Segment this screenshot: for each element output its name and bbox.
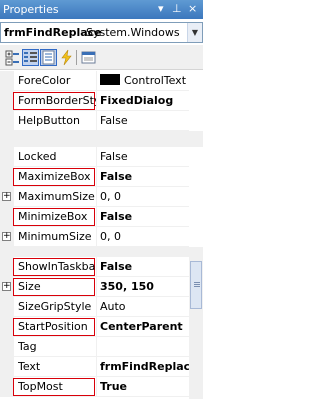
color-swatch xyxy=(100,74,120,85)
property-value[interactable]: frmFindReplace xyxy=(100,360,189,373)
property-value[interactable]: False xyxy=(100,210,189,223)
property-name: SizeGripStyle xyxy=(18,300,92,313)
section-gap xyxy=(0,247,203,257)
property-value[interactable]: 0, 0 xyxy=(100,190,189,203)
events-icon[interactable] xyxy=(58,49,75,66)
toolbar-separator xyxy=(76,50,77,65)
property-name: ShowInTaskbar xyxy=(18,260,96,273)
property-value[interactable]: ControlText xyxy=(100,74,189,87)
property-name: MaximumSize xyxy=(18,190,95,203)
property-name: StartPosition xyxy=(18,320,88,333)
expand-icon[interactable]: + xyxy=(2,282,11,291)
property-name: MaximizeBox xyxy=(18,170,91,183)
property-value[interactable]: CenterParent xyxy=(100,320,189,333)
window-title: Properties xyxy=(3,3,59,16)
alphabetical-icon[interactable] xyxy=(22,49,39,66)
section-gap xyxy=(0,131,203,147)
property-row[interactable]: Text frmFindReplace xyxy=(0,357,189,377)
property-value[interactable]: True xyxy=(100,380,189,393)
property-row[interactable]: Locked False xyxy=(0,147,189,167)
property-name: MinimizeBox xyxy=(18,210,88,223)
property-section-3: ShowInTaskbar False + Size 350, 150 Size… xyxy=(0,257,189,397)
property-row[interactable]: HelpButton False xyxy=(0,111,189,131)
property-value[interactable]: 350, 150 xyxy=(100,280,189,293)
property-row[interactable]: ForeColor ControlText xyxy=(0,71,189,91)
properties-toolbar xyxy=(0,45,203,70)
property-row[interactable]: ShowInTaskbar False xyxy=(0,257,189,277)
pin-icon[interactable]: ⊥ xyxy=(172,3,182,15)
property-name: Text xyxy=(18,360,41,373)
close-icon[interactable]: × xyxy=(188,3,197,15)
property-name: TopMost xyxy=(18,380,63,393)
property-section-2: Locked False MaximizeBox False + Maximum… xyxy=(0,147,189,247)
property-row[interactable]: StartPosition CenterParent xyxy=(0,317,189,337)
property-row[interactable]: FormBorderStyle FixedDialog xyxy=(0,91,189,111)
property-row[interactable]: + MaximumSize 0, 0 xyxy=(0,187,189,207)
property-pages-icon[interactable] xyxy=(80,49,97,66)
property-name: Size xyxy=(18,280,41,293)
property-value[interactable]: False xyxy=(100,260,189,273)
property-value[interactable]: False xyxy=(100,150,189,163)
expand-icon[interactable]: + xyxy=(2,232,11,241)
property-row[interactable]: Tag xyxy=(0,337,189,357)
property-value[interactable]: 0, 0 xyxy=(100,230,189,243)
property-name: Tag xyxy=(18,340,37,353)
object-selector[interactable]: frmFindReplace System.Windows ▼ xyxy=(0,22,203,43)
property-row[interactable]: MinimizeBox False xyxy=(0,207,189,227)
properties-icon[interactable] xyxy=(40,49,57,66)
property-section-1: ForeColor ControlText FormBorderStyle Fi… xyxy=(0,71,189,131)
chevron-down-icon[interactable]: ▼ xyxy=(187,23,202,42)
expand-icon[interactable]: + xyxy=(2,192,11,201)
property-row[interactable]: + Size 350, 150 xyxy=(0,277,189,297)
title-bar: Properties ▾ ⊥ × xyxy=(0,0,203,19)
window-menu-dropdown-icon[interactable]: ▾ xyxy=(158,3,164,15)
property-row[interactable]: SizeGripStyle Auto xyxy=(0,297,189,317)
property-name: HelpButton xyxy=(18,114,80,127)
property-value[interactable]: False xyxy=(100,114,189,127)
scrollbar-thumb[interactable] xyxy=(190,261,202,309)
property-name: MinimumSize xyxy=(18,230,92,243)
property-name: FormBorderStyle xyxy=(18,94,96,107)
property-row[interactable]: MaximizeBox False xyxy=(0,167,189,187)
property-row[interactable]: TopMost True xyxy=(0,377,189,397)
property-value[interactable]: False xyxy=(100,170,189,183)
property-name: Locked xyxy=(18,150,57,163)
property-value[interactable]: FixedDialog xyxy=(100,94,189,107)
property-row[interactable]: + MinimumSize 0, 0 xyxy=(0,227,189,247)
property-value[interactable]: Auto xyxy=(100,300,189,313)
categorized-icon[interactable] xyxy=(4,49,21,66)
property-name: ForeColor xyxy=(18,74,71,87)
object-type: System.Windows xyxy=(86,26,180,39)
vertical-scrollbar[interactable] xyxy=(189,257,203,399)
property-value-text: ControlText xyxy=(124,74,187,87)
